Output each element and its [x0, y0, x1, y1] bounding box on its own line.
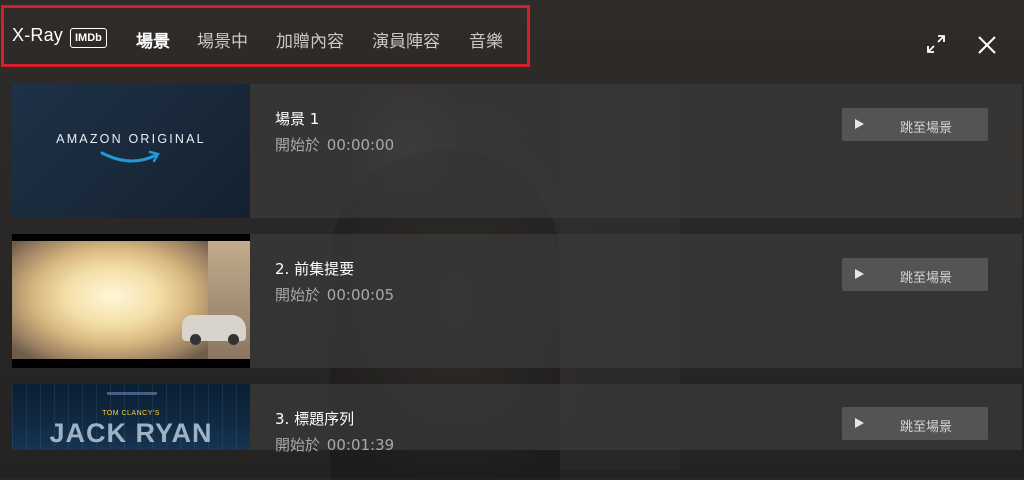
start-time-value: 00:00:05	[326, 286, 395, 304]
expand-icon[interactable]	[925, 33, 951, 59]
tab-scenes[interactable]: 場景	[136, 27, 170, 52]
close-icon[interactable]	[976, 34, 1002, 60]
jump-button-label: 跳至場景	[900, 420, 953, 435]
jump-button-label: 跳至場景	[900, 121, 953, 136]
xray-header: X-Ray IMDb 場景 場景中 加贈內容 演員陣容 音樂	[0, 0, 1024, 76]
scene-start-time: 開始於 00:01:39	[275, 434, 394, 455]
scene-title: 2. 前集提要	[275, 260, 355, 278]
imdb-badge: IMDb	[70, 28, 107, 48]
amazon-smile-icon	[100, 150, 160, 163]
car-wheel	[228, 334, 239, 345]
tab-bonus-content[interactable]: 加贈內容	[276, 27, 344, 52]
scene-thumbnail[interactable]: TOM CLANCY'S JACK RYAN	[12, 384, 250, 450]
tab-music[interactable]: 音樂	[469, 27, 503, 52]
start-label: 開始於	[275, 436, 321, 454]
play-icon	[855, 418, 864, 428]
jump-to-scene-button[interactable]: 跳至場景	[842, 258, 988, 291]
scene-title: 場景 1	[275, 110, 320, 128]
scene-row[interactable]: AMAZON ORIGINAL 場景 1 開始於 00:00:00 跳至場景	[12, 84, 1022, 218]
scene-thumbnail[interactable]	[12, 234, 250, 368]
play-icon	[855, 119, 864, 129]
play-icon	[855, 269, 864, 279]
show-title-logo: JACK RYAN	[49, 418, 213, 448]
scene-thumbnail[interactable]: AMAZON ORIGINAL	[12, 84, 250, 218]
tab-in-scene[interactable]: 場景中	[197, 27, 248, 52]
jump-button-label: 跳至場景	[900, 271, 953, 286]
xray-brand: X-Ray	[12, 25, 64, 45]
title-kicker: TOM CLANCY'S	[102, 410, 160, 417]
start-time-value: 00:01:39	[326, 436, 395, 454]
car-wheel	[190, 334, 201, 345]
start-label: 開始於	[275, 286, 321, 304]
jump-to-scene-button[interactable]: 跳至場景	[842, 407, 988, 440]
start-time-value: 00:00:00	[326, 136, 395, 154]
amazon-original-logo-text: AMAZON ORIGINAL	[56, 132, 206, 146]
scene-start-time: 開始於 00:00:05	[275, 284, 394, 305]
title-bar-graphic	[107, 392, 157, 395]
scene-row[interactable]: 2. 前集提要 開始於 00:00:05 跳至場景	[12, 234, 1022, 368]
scene-start-time: 開始於 00:00:00	[275, 134, 394, 155]
tab-cast[interactable]: 演員陣容	[372, 27, 440, 52]
scene-row[interactable]: TOM CLANCY'S JACK RYAN 3. 標題序列 開始於 00:01…	[12, 384, 1022, 454]
jump-to-scene-button[interactable]: 跳至場景	[842, 108, 988, 141]
start-label: 開始於	[275, 136, 321, 154]
scene-title: 3. 標題序列	[275, 410, 355, 428]
